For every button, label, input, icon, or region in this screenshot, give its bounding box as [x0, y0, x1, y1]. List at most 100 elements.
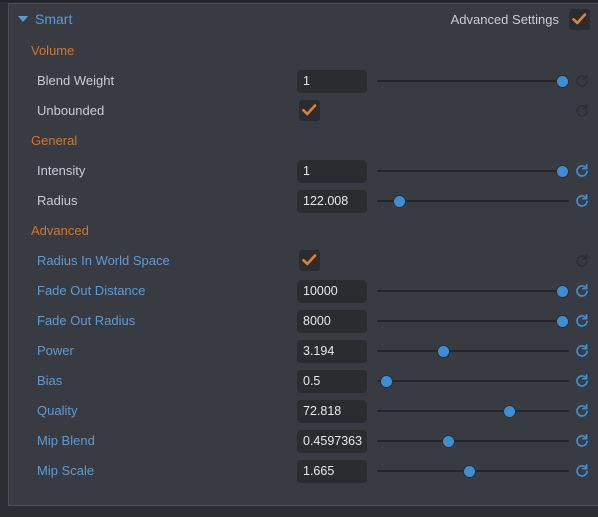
section-heading-advanced: Advanced — [31, 223, 89, 238]
slider-quality[interactable] — [375, 396, 571, 426]
advanced-settings-label: Advanced Settings — [450, 12, 559, 27]
slider-mip-blend[interactable] — [375, 426, 571, 456]
slider-track — [377, 380, 569, 382]
advanced-settings-checkbox[interactable] — [569, 9, 590, 30]
reset-arrow-icon — [576, 104, 588, 117]
property-label-radius: Radius — [37, 193, 78, 208]
value-input-blend-weight[interactable]: 1 — [297, 70, 367, 93]
advanced-settings-control: Advanced Settings — [451, 9, 590, 30]
slider-handle[interactable] — [463, 465, 477, 478]
value-input-power[interactable]: 3.194 — [297, 340, 367, 363]
value-input-intensity[interactable]: 1 — [297, 160, 367, 183]
reset-button-intensity[interactable] — [574, 163, 590, 179]
value-input-fade-out-distance[interactable]: 10000 — [297, 280, 367, 303]
slider-handle[interactable] — [556, 165, 570, 178]
reset-button-power[interactable] — [574, 343, 590, 359]
reset-arrow-icon — [576, 404, 588, 417]
reset-button-radius-in-world-space[interactable] — [574, 253, 590, 269]
panel-bottom-gap — [0, 506, 598, 517]
reset-button-mip-blend[interactable] — [574, 433, 590, 449]
reset-arrow-icon — [576, 164, 588, 177]
slider-track — [377, 350, 569, 352]
check-icon — [302, 104, 317, 116]
section-heading-general: General — [31, 133, 78, 148]
value-input-mip-blend[interactable]: 0.4597363 — [297, 430, 367, 453]
sections-container: Volume Blend Weight 1 Unbounded General Inten… — [9, 36, 598, 486]
reset-button-mip-scale[interactable] — [574, 463, 590, 479]
slider-handle[interactable] — [442, 435, 456, 448]
property-row-fade-out-radius: Fade Out Radius 8000 — [9, 306, 598, 336]
slider-fade-out-distance[interactable] — [375, 276, 571, 306]
slider-mip-scale[interactable] — [375, 456, 571, 486]
property-label-radius-in-world-space: Radius In World Space — [37, 253, 170, 268]
reset-arrow-icon — [576, 464, 588, 477]
slider-track — [377, 80, 569, 82]
triangle-down-icon[interactable] — [18, 16, 28, 22]
slider-track — [377, 290, 569, 292]
reset-button-bias[interactable] — [574, 373, 590, 389]
property-row-fade-out-distance: Fade Out Distance 10000 — [9, 276, 598, 306]
property-label-blend-weight: Blend Weight — [37, 73, 115, 88]
reset-arrow-icon — [576, 254, 588, 267]
value-input-quality[interactable]: 72.818 — [297, 400, 367, 423]
slider-bias[interactable] — [375, 366, 571, 396]
smart-properties-panel: Smart Advanced Settings Volume Blend Weig… — [8, 3, 598, 506]
slider-handle[interactable] — [556, 285, 570, 298]
properties-panel-root: Smart Advanced Settings Volume Blend Weig… — [0, 0, 598, 517]
check-icon — [572, 13, 587, 25]
reset-button-blend-weight[interactable] — [574, 73, 590, 89]
page-title: Smart — [35, 11, 73, 27]
reset-button-fade-out-distance[interactable] — [574, 283, 590, 299]
property-row-power: Power 3.194 — [9, 336, 598, 366]
property-row-intensity: Intensity 1 — [9, 156, 598, 186]
slider-fade-out-radius[interactable] — [375, 306, 571, 336]
checkbox-radius-in-world-space[interactable] — [299, 250, 320, 271]
top-divider — [0, 0, 598, 2]
smart-group-toggle[interactable]: Smart — [18, 11, 72, 27]
reset-button-fade-out-radius[interactable] — [574, 313, 590, 329]
property-row-mip-blend: Mip Blend 0.4597363 — [9, 426, 598, 456]
slider-handle[interactable] — [379, 375, 393, 388]
property-label-quality: Quality — [37, 403, 78, 418]
slider-track — [377, 320, 569, 322]
property-row-bias: Bias 0.5 — [9, 366, 598, 396]
property-label-power: Power — [37, 343, 74, 358]
reset-arrow-icon — [576, 74, 588, 87]
slider-track — [377, 440, 569, 442]
check-icon — [302, 254, 317, 266]
slider-blend-weight[interactable] — [375, 66, 571, 96]
slider-radius[interactable] — [375, 186, 571, 216]
value-input-fade-out-radius[interactable]: 8000 — [297, 310, 367, 333]
property-row-blend-weight: Blend Weight 1 — [9, 66, 598, 96]
reset-arrow-icon — [576, 284, 588, 297]
slider-handle[interactable] — [556, 315, 570, 328]
reset-button-radius[interactable] — [574, 193, 590, 209]
property-row-mip-scale: Mip Scale 1.665 — [9, 456, 598, 486]
reset-arrow-icon — [576, 374, 588, 387]
value-input-mip-scale[interactable]: 1.665 — [297, 460, 367, 483]
property-label-unbounded: Unbounded — [37, 103, 105, 118]
checkbox-unbounded[interactable] — [299, 100, 320, 121]
value-input-radius[interactable]: 122.008 — [297, 190, 367, 213]
slider-intensity[interactable] — [375, 156, 571, 186]
reset-button-unbounded[interactable] — [574, 103, 590, 119]
property-label-fade-out-radius: Fade Out Radius — [37, 313, 136, 328]
section-heading-volume: Volume — [31, 43, 75, 58]
property-label-fade-out-distance: Fade Out Distance — [37, 283, 146, 298]
value-input-bias[interactable]: 0.5 — [297, 370, 367, 393]
slider-handle[interactable] — [392, 195, 406, 208]
slider-power[interactable] — [375, 336, 571, 366]
property-label-mip-scale: Mip Scale — [37, 463, 95, 478]
property-row-radius: Radius 122.008 — [9, 186, 598, 216]
slider-handle[interactable] — [556, 75, 570, 88]
slider-track — [377, 170, 569, 172]
slider-handle[interactable] — [436, 345, 450, 358]
reset-button-quality[interactable] — [574, 403, 590, 419]
slider-handle[interactable] — [503, 405, 517, 418]
reset-arrow-icon — [576, 314, 588, 327]
reset-arrow-icon — [576, 194, 588, 207]
panel-header: Smart Advanced Settings — [9, 4, 598, 36]
property-row-radius-in-world-space: Radius In World Space — [9, 246, 598, 276]
property-row-quality: Quality 72.818 — [9, 396, 598, 426]
property-label-bias: Bias — [37, 373, 63, 388]
